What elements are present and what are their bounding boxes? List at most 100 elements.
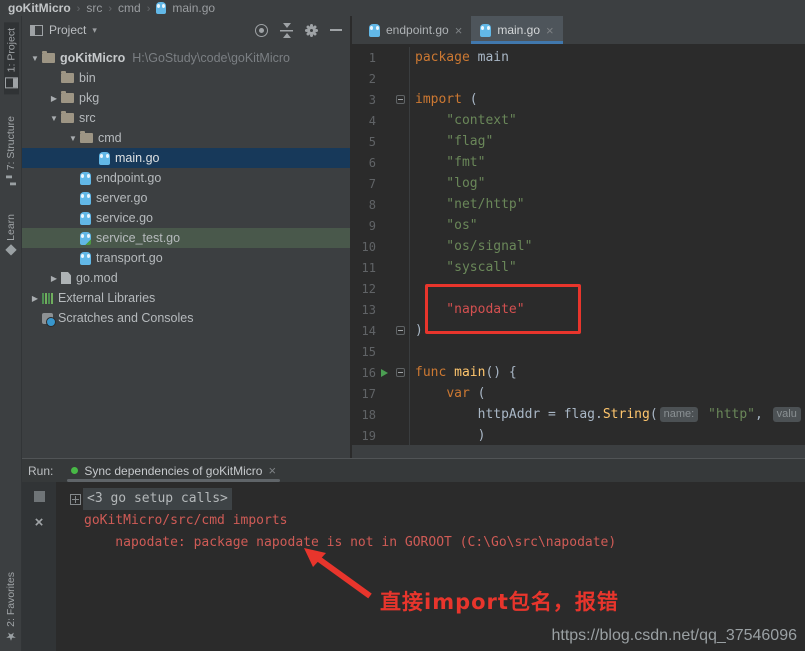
project-tool-icon (5, 77, 18, 88)
code-editor[interactable]: 1package main23import (4 "context"5 "fla… (352, 45, 805, 445)
expand-icon[interactable] (70, 494, 81, 505)
tree-row[interactable]: service_test.go (22, 228, 350, 248)
tree-row[interactable]: bin (22, 68, 350, 88)
tree-item-label: go.mod (76, 271, 118, 285)
project-panel-toolbar (255, 24, 342, 37)
breadcrumb-item[interactable]: goKitMicro (8, 1, 71, 15)
editor-tab-endpoint-go[interactable]: endpoint.go (360, 16, 471, 44)
run-tab[interactable]: Sync dependencies of goKitMicro (71, 459, 276, 482)
tree-row[interactable]: goKitMicro H:\GoStudy\code\goKitMicro (22, 48, 350, 68)
gutter: 3 (352, 89, 410, 110)
expand-arrow-icon[interactable] (66, 133, 80, 143)
code-line: 16 func main() { (352, 362, 805, 383)
editor-tab-main-go[interactable]: main.go (471, 16, 562, 44)
line-number: 14 (352, 324, 376, 338)
tree-row[interactable]: transport.go (22, 248, 350, 268)
tree-row[interactable]: main.go (22, 148, 350, 168)
folder-icon (61, 73, 74, 83)
folder-icon (80, 133, 93, 143)
code-text: ) (410, 428, 485, 443)
code-token: main (470, 50, 509, 65)
expand-arrow-icon[interactable] (47, 273, 61, 283)
locate-icon[interactable] (255, 24, 268, 37)
project-panel-title[interactable]: Project (49, 23, 86, 37)
tree-row[interactable]: src (22, 108, 350, 128)
code-token (700, 407, 708, 422)
breadcrumb-item[interactable]: cmd (118, 1, 141, 15)
fold-button-slot[interactable] (393, 368, 408, 377)
left-tool-stripe: 1: Project 7: Structure Learn 2: Favorites (0, 16, 22, 651)
close-icon[interactable] (455, 24, 463, 37)
watermark: https://blog.csdn.net/qq_37546096 (551, 627, 797, 645)
code-line: 15 (352, 341, 805, 362)
code-text: func main() { (410, 365, 517, 380)
console-line: napodate: package napodate is not in GOR… (84, 532, 805, 554)
tree-row[interactable]: Scratches and Consoles (22, 308, 350, 328)
close-icon[interactable] (546, 24, 554, 37)
expand-arrow-icon[interactable] (28, 53, 42, 63)
folder-icon (61, 93, 74, 103)
run-button-slot[interactable] (376, 369, 393, 377)
tree-item-label: goKitMicro (60, 51, 125, 65)
expand-arrow-icon[interactable] (47, 93, 61, 103)
gutter: 2 (352, 68, 410, 89)
code-text: "fmt" (410, 155, 485, 170)
tree-row[interactable]: server.go (22, 188, 350, 208)
tree-row[interactable]: service.go (22, 208, 350, 228)
fold-icon[interactable] (396, 95, 405, 104)
fold-icon[interactable] (396, 326, 405, 335)
run-panel-header: Run: Sync dependencies of goKitMicro (22, 458, 805, 482)
project-tree: goKitMicro H:\GoStudy\code\goKitMicro bin p… (22, 44, 350, 328)
gutter: 16 (352, 362, 410, 383)
stripe-button-label: 2: Favorites (5, 572, 17, 627)
code-text: "os" (410, 218, 478, 233)
code-line: 5 "flag" (352, 131, 805, 152)
gutter: 17 (352, 383, 410, 404)
stripe-button--structure[interactable]: 7: Structure (4, 110, 18, 191)
tree-row[interactable]: External Libraries (22, 288, 350, 308)
stripe-button--favorites[interactable]: 2: Favorites (4, 566, 18, 647)
line-number: 16 (352, 366, 376, 380)
code-token: httpAddr = flag. (415, 407, 603, 422)
line-number: 6 (352, 156, 376, 170)
expand-arrow-icon[interactable] (28, 293, 42, 303)
go-icon (369, 24, 380, 37)
stripe-button--project[interactable]: 1: Project (4, 22, 19, 94)
breadcrumb: goKitMicro src cmd main.go (0, 0, 805, 16)
go-icon (99, 152, 110, 165)
line-number: 5 (352, 135, 376, 149)
tree-item-path: H:\GoStudy\code\goKitMicro (132, 51, 290, 65)
tree-row[interactable]: cmd (22, 128, 350, 148)
tree-row[interactable]: endpoint.go (22, 168, 350, 188)
tree-row[interactable]: go.mod (22, 268, 350, 288)
breadcrumb-item[interactable]: main.go (172, 1, 215, 15)
folder-icon (42, 53, 55, 63)
stripe-button-learn[interactable]: Learn (4, 208, 18, 260)
fold-button-slot[interactable] (393, 95, 408, 104)
settings-icon[interactable] (307, 26, 316, 35)
run-icon[interactable] (381, 369, 388, 377)
hide-icon[interactable] (330, 29, 342, 31)
structure-icon (6, 176, 16, 186)
code-line: 1package main (352, 47, 805, 68)
code-token: , (755, 407, 771, 422)
fold-button-slot[interactable] (393, 326, 408, 335)
stop-icon[interactable] (34, 491, 45, 502)
panel-divider (352, 445, 805, 458)
close-icon[interactable] (268, 464, 276, 477)
console-line: <3 go setup calls> (84, 488, 805, 510)
tree-row[interactable]: pkg (22, 88, 350, 108)
chevron-down-icon[interactable]: ▾ (92, 25, 97, 36)
breadcrumb-separator-icon (147, 1, 151, 15)
line-number: 13 (352, 303, 376, 317)
code-text: package main (410, 50, 509, 65)
code-text: "context" (410, 113, 517, 128)
fold-icon[interactable] (396, 368, 405, 377)
close-icon[interactable] (35, 515, 44, 530)
breadcrumb-item[interactable]: src (86, 1, 102, 15)
code-token: "fmt" (415, 155, 485, 170)
code-text: "log" (410, 176, 485, 191)
collapse-all-icon[interactable] (280, 24, 293, 37)
tree-item-label: pkg (79, 91, 99, 105)
expand-arrow-icon[interactable] (47, 113, 61, 123)
